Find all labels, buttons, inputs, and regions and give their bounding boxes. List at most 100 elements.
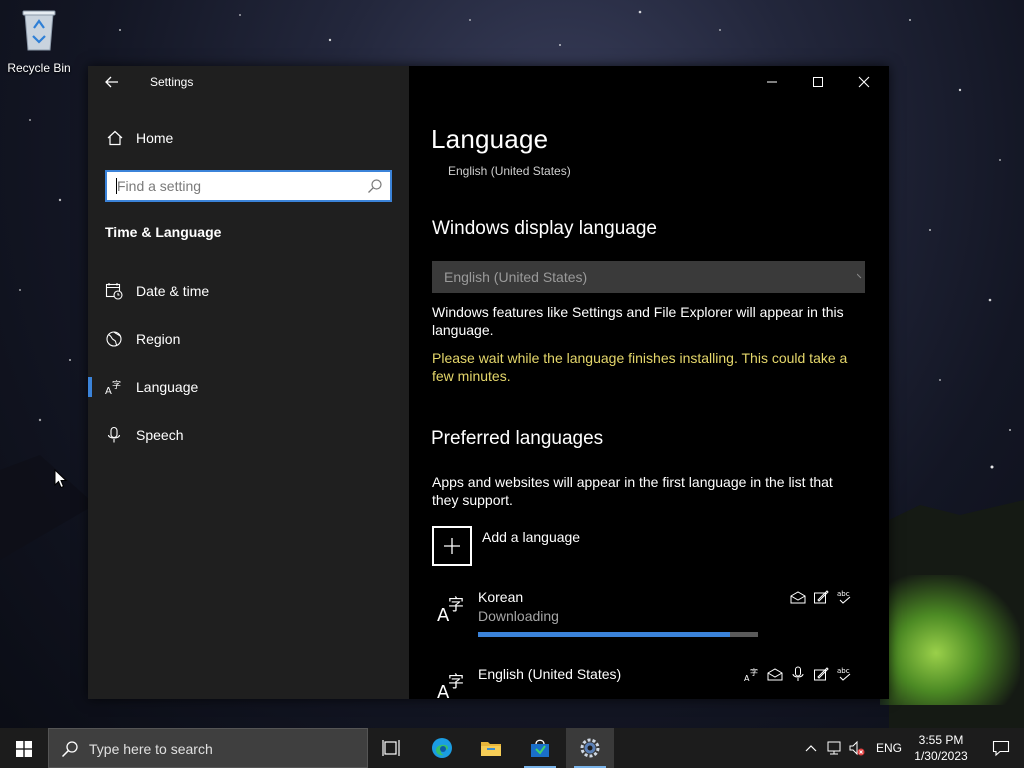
clock-time: 3:55 PM bbox=[918, 733, 964, 747]
download-progress-bar bbox=[478, 632, 758, 637]
file-explorer-button[interactable] bbox=[467, 728, 515, 768]
text-caret bbox=[116, 178, 117, 194]
settings-window: Settings Home Time & Language D bbox=[88, 66, 889, 699]
minimize-icon bbox=[767, 81, 777, 83]
display-language-heading: Windows display language bbox=[432, 218, 657, 239]
clock-date: 1/30/2023 bbox=[914, 749, 968, 763]
mouse-cursor-icon bbox=[54, 469, 68, 489]
tent-glow bbox=[880, 575, 1020, 705]
svg-text:字: 字 bbox=[448, 672, 464, 691]
task-view-button[interactable] bbox=[368, 728, 416, 768]
main-pane: Language English (United States) Windows… bbox=[409, 66, 889, 699]
notification-icon bbox=[992, 740, 1010, 757]
file-explorer-icon bbox=[481, 742, 501, 756]
microphone-icon bbox=[107, 426, 121, 443]
page-title: Language bbox=[431, 124, 549, 154]
sidebar-item-date-time[interactable]: Date & time bbox=[88, 271, 409, 311]
close-button[interactable] bbox=[841, 66, 887, 98]
svg-text:abc: abc bbox=[837, 667, 850, 675]
language-item-english-us[interactable]: A 字 English (United States) A字 abc bbox=[432, 666, 872, 699]
preferred-languages-heading: Preferred languages bbox=[431, 428, 604, 449]
search-icon[interactable] bbox=[367, 178, 383, 194]
chevron-down-icon bbox=[857, 273, 862, 279]
text-to-speech-icon bbox=[767, 668, 783, 681]
download-progress-fill bbox=[478, 632, 730, 637]
taskbar-search-placeholder: Type here to search bbox=[89, 741, 213, 757]
svg-text:字: 字 bbox=[750, 667, 758, 677]
caption-buttons bbox=[749, 66, 889, 98]
sidebar-item-speech[interactable]: Speech bbox=[88, 415, 409, 455]
store-icon bbox=[531, 739, 549, 757]
display-language-description: Windows features like Settings and File … bbox=[432, 304, 844, 338]
back-button[interactable] bbox=[100, 72, 124, 92]
language-name: English (United States) bbox=[478, 666, 622, 682]
search-icon bbox=[61, 741, 78, 758]
app-title: Settings bbox=[150, 75, 194, 89]
add-language-button[interactable]: Add a language bbox=[432, 526, 732, 568]
display-language-icon bbox=[790, 591, 806, 604]
store-button[interactable] bbox=[516, 728, 564, 768]
windows-logo-icon bbox=[16, 741, 32, 757]
search-input[interactable] bbox=[117, 177, 357, 195]
language-item-korean[interactable]: A 字 Korean Downloading abc bbox=[432, 589, 872, 653]
back-arrow-icon bbox=[105, 76, 118, 88]
input-language-indicator[interactable]: ENG bbox=[876, 741, 902, 755]
install-warning: Please wait while the language finishes … bbox=[432, 350, 848, 384]
settings-taskbar-button[interactable] bbox=[566, 728, 614, 768]
plus-icon bbox=[444, 538, 460, 554]
taskbar-search[interactable]: Type here to search bbox=[48, 728, 368, 768]
sidebar-item-language[interactable]: A 字 Language bbox=[88, 367, 409, 407]
download-status: Downloading bbox=[478, 608, 559, 624]
settings-icon bbox=[580, 738, 600, 758]
clock[interactable]: 3:55 PM 1/30/2023 bbox=[906, 732, 976, 764]
maximize-icon bbox=[813, 77, 823, 87]
network-icon[interactable] bbox=[826, 740, 842, 756]
find-setting-search[interactable] bbox=[105, 170, 392, 202]
sidebar-item-label: Region bbox=[136, 331, 181, 347]
add-icon-box bbox=[432, 526, 472, 566]
edge-button[interactable] bbox=[418, 728, 466, 768]
handwriting-icon bbox=[814, 590, 829, 604]
volume-muted-icon[interactable] bbox=[849, 740, 865, 756]
edge-icon bbox=[432, 738, 452, 758]
globe-icon bbox=[106, 331, 122, 347]
calendar-clock-icon bbox=[105, 283, 123, 300]
recycle-bin-icon bbox=[22, 10, 56, 51]
display-language-dropdown[interactable]: English (United States) bbox=[432, 261, 865, 293]
svg-text:字: 字 bbox=[448, 595, 464, 614]
start-button[interactable] bbox=[0, 728, 48, 768]
language-icon: A 字 bbox=[437, 595, 464, 623]
close-icon bbox=[858, 76, 870, 88]
language-icon: A 字 bbox=[105, 379, 121, 396]
language-features: abc bbox=[790, 589, 852, 607]
language-icon: A 字 bbox=[437, 672, 464, 699]
chevron-up-icon[interactable] bbox=[803, 740, 819, 756]
spellcheck-icon: abc bbox=[837, 590, 851, 604]
maximize-button[interactable] bbox=[795, 66, 841, 98]
preferred-languages-description: Apps and websites will appear in the fir… bbox=[432, 474, 833, 508]
home-icon bbox=[107, 130, 123, 146]
speech-icon bbox=[792, 666, 804, 681]
selection-indicator bbox=[88, 377, 92, 397]
sidebar-item-label: Date & time bbox=[136, 283, 210, 299]
page-subtitle: English (United States) bbox=[448, 164, 571, 178]
handwriting-icon bbox=[814, 667, 829, 681]
sidebar-item-label: Language bbox=[136, 379, 199, 395]
section-title: Time & Language bbox=[105, 224, 222, 240]
language-features: A字 abc bbox=[744, 666, 852, 684]
sidebar-item-home[interactable]: Home bbox=[88, 122, 409, 154]
recycle-bin[interactable]: Recycle Bin bbox=[4, 6, 74, 75]
title-bar[interactable]: Settings bbox=[88, 66, 409, 98]
recycle-bin-label: Recycle Bin bbox=[7, 61, 71, 75]
add-language-label: Add a language bbox=[482, 529, 581, 545]
dropdown-value: English (United States) bbox=[444, 269, 588, 285]
sidebar-item-region[interactable]: Region bbox=[88, 319, 409, 359]
svg-text:字: 字 bbox=[112, 379, 121, 391]
minimize-button[interactable] bbox=[749, 66, 795, 98]
action-center-button[interactable] bbox=[982, 728, 1022, 768]
svg-text:abc: abc bbox=[837, 590, 850, 598]
language-name: Korean bbox=[478, 589, 524, 605]
taskbar: Type here to search ENG 3:55 PM 1/30/202… bbox=[0, 728, 1024, 768]
task-view-icon bbox=[382, 740, 400, 756]
sidebar: Settings Home Time & Language D bbox=[88, 66, 409, 699]
